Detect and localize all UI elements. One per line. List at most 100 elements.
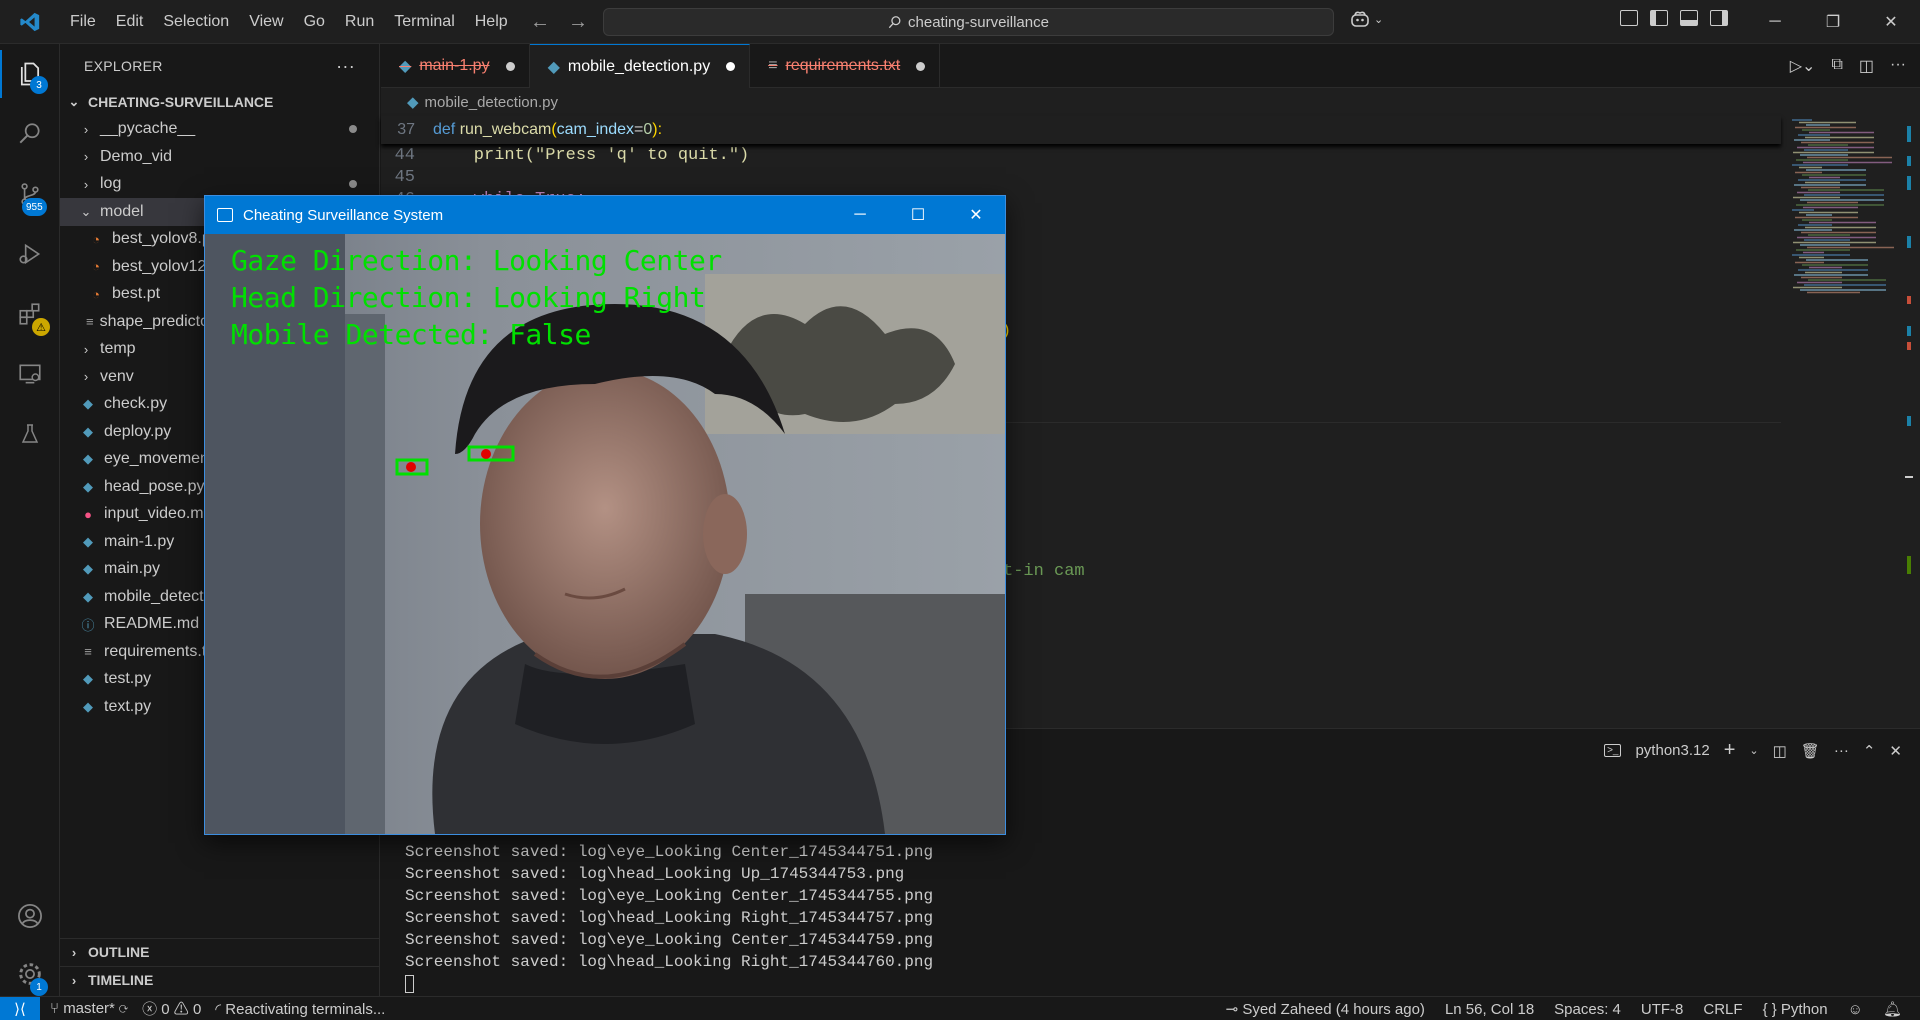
outline-section[interactable]: › OUTLINE (60, 938, 380, 965)
close-panel-icon[interactable]: ✕ (1889, 742, 1902, 760)
sync-icon: ⟳ (119, 1000, 129, 1017)
modified-dot-icon[interactable] (505, 61, 515, 71)
tree-item[interactable]: › log (60, 171, 379, 199)
modified-dot-icon[interactable] (916, 61, 926, 71)
forward-arrow-icon[interactable]: → (568, 11, 588, 34)
menu-go[interactable]: Go (294, 0, 335, 44)
encoding[interactable]: UTF-8 (1641, 1001, 1684, 1018)
toggle-panel-icon[interactable] (1680, 10, 1698, 26)
menu-file[interactable]: File (60, 0, 106, 44)
indentation[interactable]: Spaces: 4 (1554, 1001, 1621, 1018)
open-preview-icon[interactable]: ⧉ (1831, 56, 1842, 76)
terminal-line: Screenshot saved: log\eye_Looking Center… (405, 931, 934, 949)
new-terminal-icon[interactable]: + (1724, 739, 1736, 762)
breadcrumb[interactable]: ◆ mobile_detection.py (381, 88, 1920, 116)
manage-activity[interactable]: 1 (0, 944, 60, 1004)
tree-item[interactable]: › Demo_vid (60, 143, 379, 171)
language-mode[interactable]: { } Python (1763, 1001, 1828, 1018)
testing-activity[interactable] (0, 404, 60, 464)
python-file-icon: ◆ (83, 561, 93, 577)
cursor-position[interactable]: Ln 56, Col 18 (1445, 1001, 1534, 1018)
tab-main-1[interactable]: ◆ main-1.py (381, 44, 530, 88)
split-editor-icon[interactable]: ◫ (1859, 56, 1874, 76)
tab-mobile-detection[interactable]: ◆ mobile_detection.py (529, 44, 751, 88)
accounts-activity[interactable] (0, 886, 60, 946)
opencv-window[interactable]: Cheating Surveillance System ─ ☐ ✕ Gaze … (204, 195, 1006, 835)
close-window-icon[interactable]: ✕ (1862, 0, 1920, 44)
source-control-badge: 955 (22, 198, 47, 216)
rss-file-icon: ◔ (92, 231, 100, 247)
status-bar: ⟩⟨ ⑂ master* ⟳ ⓧ 0 ⚠ 0 ◜ Reactivating te… (0, 996, 1920, 1020)
timeline-section[interactable]: › TIMELINE (60, 966, 380, 993)
overview-ruler[interactable] (1905, 116, 1913, 728)
more-actions-icon[interactable]: ··· (1890, 56, 1906, 76)
opencv-title-bar[interactable]: Cheating Surveillance System ─ ☐ ✕ (205, 196, 1005, 234)
text-file-icon: ≡ (84, 644, 92, 660)
end-of-line[interactable]: CRLF (1703, 1001, 1742, 1018)
search-activity[interactable] (0, 104, 60, 164)
task-status[interactable]: ◜ Reactivating terminals... (215, 1000, 385, 1018)
chevron-down-icon[interactable]: ⌄ (1749, 744, 1758, 757)
code-number: 0 (643, 121, 653, 138)
flask-icon (21, 424, 39, 443)
commit-icon: ⊸ (1225, 1001, 1239, 1018)
terminal-output[interactable]: Screenshot saved: log\eye_Looking Center… (405, 841, 933, 995)
extensions-activity[interactable]: ⚠ (0, 284, 60, 344)
notifications-bell-icon[interactable]: 🔔︎ (1883, 1000, 1902, 1018)
back-arrow-icon[interactable]: ← (530, 11, 550, 34)
minimize-window-icon[interactable]: ─ (1746, 0, 1804, 44)
menu-run[interactable]: Run (335, 0, 384, 44)
python-file-icon: ◆ (547, 58, 560, 76)
close-window-icon[interactable]: ✕ (947, 196, 1005, 234)
tree-item-label: Demo_vid (100, 147, 173, 165)
explorer-activity[interactable]: 3 (0, 44, 60, 104)
run-python-icon[interactable]: ▷⌄ (1790, 56, 1816, 76)
toggle-secondary-sidebar-icon[interactable] (1710, 10, 1728, 26)
more-actions-icon[interactable]: ··· (336, 56, 355, 77)
activity-bar: 3 955 ⚠ 1 (0, 44, 60, 996)
tree-item[interactable]: › __pycache__ (60, 116, 379, 144)
sticky-scroll-header[interactable]: 37 def run_webcam(cam_index = 0): (381, 116, 1781, 144)
timeline-label: TIMELINE (88, 972, 154, 988)
problems-status[interactable]: ⓧ 0 ⚠ 0 (142, 998, 201, 1019)
branch-status[interactable]: ⑂ master* ⟳ (50, 1000, 128, 1017)
git-branch-icon: ⑂ (50, 1000, 60, 1017)
minimize-window-icon[interactable]: ─ (831, 196, 889, 234)
menu-selection[interactable]: Selection (153, 0, 239, 44)
customize-layout-icon[interactable] (1620, 10, 1638, 26)
source-control-activity[interactable]: 955 (0, 164, 60, 224)
outline-label: OUTLINE (88, 944, 150, 960)
modified-dot-icon[interactable] (726, 62, 736, 71)
workspace-root[interactable]: ⌄ CHEATING-SURVEILLANCE (60, 88, 379, 116)
menu-edit[interactable]: Edit (106, 0, 154, 44)
vscode-logo-icon (0, 11, 60, 33)
menu-help[interactable]: Help (465, 0, 518, 44)
minimap[interactable] (1786, 116, 1896, 296)
account-icon (18, 904, 42, 928)
terminal-icon: >_ (1604, 744, 1622, 757)
error-count: 0 (161, 1001, 170, 1018)
maximize-window-icon[interactable]: ☐ (889, 196, 947, 234)
remote-indicator-icon[interactable]: ⟩⟨ (0, 996, 40, 1020)
menu-terminal[interactable]: Terminal (384, 0, 464, 44)
restore-window-icon[interactable]: ❐ (1804, 0, 1862, 44)
menu-view[interactable]: View (239, 0, 293, 44)
title-bar: File Edit Selection View Go Run Terminal… (0, 0, 1920, 44)
line-number: 44 (394, 145, 415, 165)
terminal-shell-name[interactable]: python3.12 (1635, 742, 1709, 759)
remote-explorer-activity[interactable] (0, 344, 60, 404)
tab-requirements[interactable]: ≡ requirements.txt (750, 44, 941, 88)
toggle-primary-sidebar-icon[interactable] (1650, 10, 1668, 26)
command-center-search[interactable]: cheating-surveillance (603, 8, 1334, 36)
more-actions-icon[interactable]: ··· (1834, 742, 1849, 759)
copilot-status-icon[interactable]: ☺ (1848, 1001, 1863, 1018)
maximize-panel-icon[interactable]: ⌃ (1863, 742, 1876, 760)
run-debug-activity[interactable] (0, 224, 60, 284)
copilot-menu[interactable]: ⌄ (1350, 10, 1383, 28)
chevron-right-icon: › (71, 944, 77, 960)
split-terminal-icon[interactable]: ◫ (1773, 742, 1787, 760)
warning-icon: ⚠ (173, 1001, 189, 1018)
chevron-right-icon: › (83, 149, 89, 165)
trash-icon[interactable]: 🗑 (1801, 742, 1820, 760)
git-blame-status[interactable]: ⊸ Syed Zaheed (4 hours ago) (1226, 1000, 1425, 1018)
